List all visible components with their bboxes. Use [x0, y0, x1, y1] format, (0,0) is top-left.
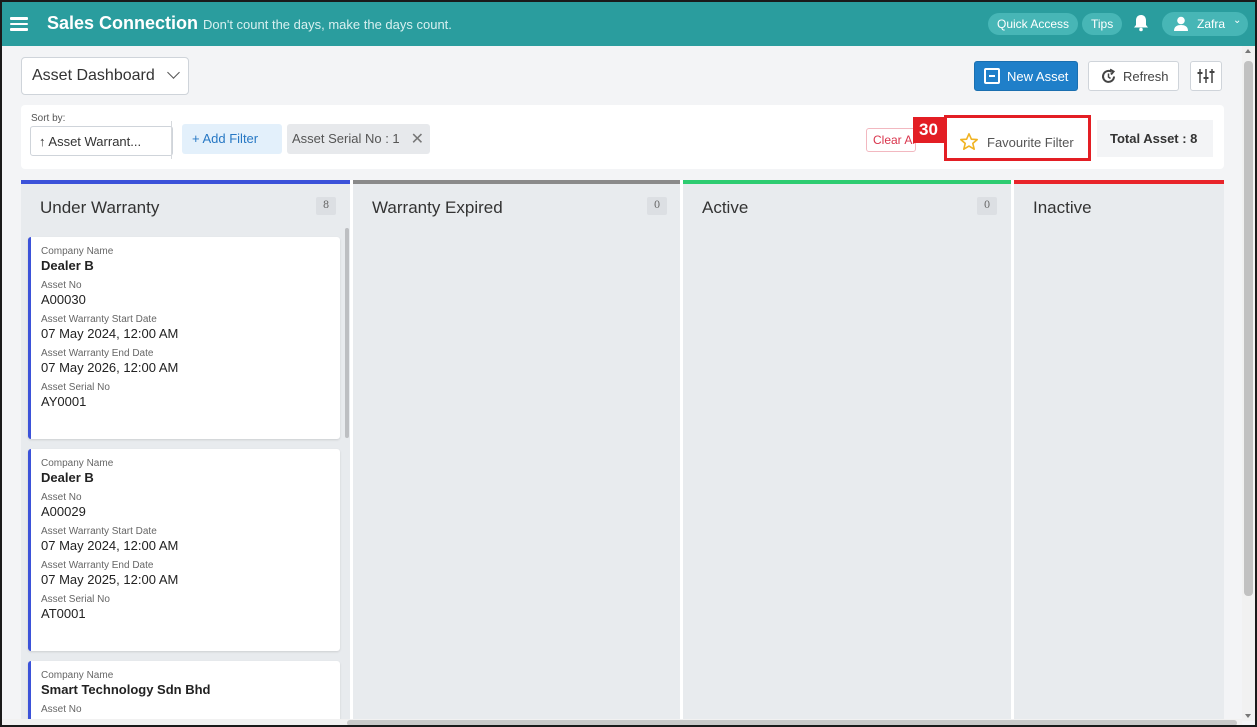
sort-select[interactable]: ↑ Asset Warrant... — [30, 126, 173, 156]
divider — [171, 121, 172, 159]
column-count: 0 — [647, 197, 667, 215]
scroll-up-icon[interactable] — [1245, 49, 1251, 53]
sort-by-label: Sort by: — [31, 113, 66, 124]
user-menu[interactable]: Zafra ⌄ — [1162, 12, 1248, 36]
serial-no: AT0001 — [41, 606, 86, 621]
scroll-down-icon[interactable] — [1245, 714, 1251, 718]
warranty-end-date: 07 May 2025, 12:00 AM — [41, 572, 179, 587]
chevron-down-icon: ⌄ — [1233, 15, 1242, 26]
field-label: Asset Warranty Start Date — [41, 314, 157, 325]
field-label: Asset No — [41, 492, 82, 503]
company-name: Dealer B — [41, 470, 94, 485]
company-name: Dealer B — [41, 258, 94, 273]
company-name: Smart Technology Sdn Bhd — [41, 682, 211, 697]
asset-no: A00029 — [41, 504, 86, 519]
add-filter-button[interactable]: + Add Filter — [182, 124, 282, 154]
field-label: Company Name — [41, 458, 114, 469]
tips-button[interactable]: Tips — [1082, 13, 1123, 35]
warranty-start-date: 07 May 2024, 12:00 AM — [41, 538, 179, 553]
warranty-start-date: 07 May 2024, 12:00 AM — [41, 326, 179, 341]
asset-card[interactable]: Company Name Dealer B Asset No A00029 As… — [28, 449, 340, 651]
field-label: Asset Warranty End Date — [41, 348, 154, 359]
new-asset-button[interactable]: New Asset — [974, 61, 1078, 91]
filter-chip[interactable]: Asset Serial No : 1 ✕ — [287, 124, 430, 154]
column-scrollbar[interactable] — [345, 228, 349, 438]
vertical-scrollbar[interactable] — [1242, 46, 1255, 721]
column-color-bar — [353, 180, 680, 184]
quick-access-button[interactable]: Quick Access — [988, 13, 1079, 35]
field-label: Asset Serial No — [41, 382, 110, 393]
column-warranty-expired: Warranty Expired 0 — [353, 180, 680, 725]
asset-no: A00030 — [41, 292, 86, 307]
menu-icon[interactable] — [10, 14, 28, 32]
column-color-bar — [1014, 180, 1224, 184]
total-asset-badge: Total Asset : 8 — [1097, 120, 1213, 157]
refresh-label: Refresh — [1123, 69, 1169, 84]
field-label: Company Name — [41, 670, 114, 681]
column-inactive: Inactive — [1014, 180, 1224, 725]
column-title: Warranty Expired — [372, 198, 503, 217]
column-active: Active 0 — [683, 180, 1011, 725]
app-tagline: Don't count the days, make the days coun… — [203, 17, 452, 32]
horizontal-scrollbar[interactable] — [2, 719, 1242, 725]
dashboard-select-label: Asset Dashboard — [32, 67, 155, 84]
user-icon — [1174, 16, 1188, 31]
sliders-icon — [1197, 69, 1215, 83]
refresh-icon — [1102, 68, 1116, 83]
column-title: Inactive — [1033, 198, 1092, 217]
column-title: Active — [702, 198, 749, 217]
field-label: Asset Serial No — [41, 594, 110, 605]
scrollbar-thumb[interactable] — [1244, 61, 1253, 596]
chevron-down-icon — [167, 66, 180, 79]
warranty-end-date: 07 May 2026, 12:00 AM — [41, 360, 179, 375]
settings-button[interactable] — [1190, 61, 1222, 91]
highlight-box — [944, 115, 1091, 161]
app-brand[interactable]: Sales Connection — [47, 13, 198, 34]
field-label: Company Name — [41, 246, 114, 257]
archive-icon — [984, 68, 1000, 84]
app-window: Sales Connection Don't count the days, m… — [0, 0, 1257, 727]
filter-chip-label: Asset Serial No : 1 — [292, 131, 400, 146]
serial-no: AY0001 — [41, 394, 87, 409]
bell-icon[interactable] — [1133, 14, 1149, 32]
scrollbar-thumb[interactable] — [347, 720, 1237, 725]
field-label: Asset No — [41, 704, 82, 715]
field-label: Asset No — [41, 280, 82, 291]
dashboard-select[interactable]: Asset Dashboard — [21, 57, 189, 95]
column-count: 0 — [977, 197, 997, 215]
step-badge: 30 — [913, 117, 944, 143]
refresh-button[interactable]: Refresh — [1088, 61, 1179, 91]
column-title: Under Warranty — [40, 198, 160, 217]
top-bar: Sales Connection Don't count the days, m… — [2, 2, 1255, 46]
clear-all-button[interactable]: Clear All — [866, 128, 916, 152]
field-label: Asset Warranty Start Date — [41, 526, 157, 537]
column-count: 8 — [316, 197, 336, 215]
asset-card[interactable]: Company Name Smart Technology Sdn Bhd As… — [28, 661, 340, 725]
asset-card[interactable]: Company Name Dealer B Asset No A00030 As… — [28, 237, 340, 439]
column-color-bar — [683, 180, 1011, 184]
user-name: Zafra — [1197, 17, 1226, 31]
field-label: Asset Warranty End Date — [41, 560, 154, 571]
close-icon[interactable]: ✕ — [411, 129, 424, 149]
new-asset-label: New Asset — [1007, 69, 1069, 84]
column-color-bar — [21, 180, 350, 184]
